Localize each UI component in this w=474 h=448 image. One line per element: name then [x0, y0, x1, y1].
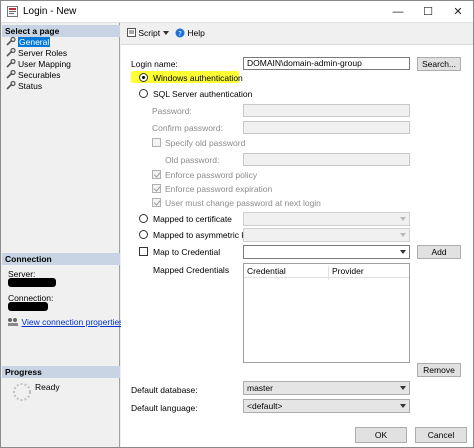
progress-status: Ready	[35, 382, 60, 392]
help-label: Help	[187, 28, 205, 38]
confirm-password-label: Confirm password:	[152, 123, 223, 133]
sidebar-item-securables[interactable]: Securables	[6, 69, 61, 81]
ok-button[interactable]: OK	[355, 427, 407, 443]
select-page-header: Select a page	[2, 25, 120, 37]
must-change-checkbox[interactable]	[152, 198, 161, 207]
sidebar-item-label: Securables	[18, 70, 61, 80]
chevron-down-icon	[400, 386, 406, 390]
svg-text:?: ?	[178, 30, 182, 38]
certificate-select[interactable]	[243, 212, 410, 226]
login-name-label: Login name:	[131, 59, 178, 69]
mapped-certificate-radio[interactable]	[139, 214, 148, 223]
default-database-value: master	[247, 383, 273, 393]
asymmetric-key-select[interactable]	[243, 228, 410, 242]
help-button[interactable]: ? Help	[175, 28, 205, 38]
password-input[interactable]	[243, 104, 410, 117]
enforce-policy-checkbox[interactable]	[152, 170, 161, 179]
chevron-down-icon	[400, 404, 406, 408]
chevron-down-icon	[400, 217, 406, 221]
redacted-server-name	[8, 278, 56, 287]
mapped-asymmetric-key-radio[interactable]	[139, 230, 148, 239]
map-to-credential-label: Map to Credential	[153, 247, 221, 257]
sql-auth-radio[interactable]	[139, 89, 148, 98]
app-icon	[7, 6, 18, 17]
remove-button[interactable]: Remove	[417, 363, 461, 377]
wrench-icon	[6, 47, 16, 57]
sidebar-item-server-roles[interactable]: Server Roles	[6, 47, 68, 59]
login-new-dialog: Login - New — ☐ ✕ Select a page General …	[0, 0, 474, 448]
map-to-credential-checkbox[interactable]	[139, 247, 148, 256]
sidebar-item-label: Status	[18, 81, 43, 91]
toolbar: Script ? Help	[121, 23, 473, 45]
default-language-select[interactable]: <default>	[243, 399, 410, 413]
default-language-value: <default>	[247, 401, 283, 411]
view-connection-properties-label: View connection properties	[21, 317, 124, 327]
old-password-label: Old password:	[165, 155, 220, 165]
script-button[interactable]: Script	[127, 28, 160, 38]
grid-header: Credential Provider	[244, 264, 409, 280]
sidebar-item-label: Server Roles	[18, 48, 68, 58]
title-bar: Login - New — ☐ ✕	[1, 1, 473, 23]
close-button[interactable]: ✕	[443, 1, 473, 23]
sidebar-item-general[interactable]: General	[6, 36, 51, 48]
script-icon	[127, 28, 136, 37]
wrench-icon	[6, 58, 16, 68]
wrench-icon	[6, 36, 16, 46]
default-database-select[interactable]: master	[243, 381, 410, 395]
grid-col-divider	[328, 266, 329, 280]
credential-select[interactable]	[243, 245, 410, 259]
mapped-certificate-label: Mapped to certificate	[153, 214, 232, 224]
view-connection-properties-link[interactable]: View connection properties	[7, 317, 123, 327]
enforce-expiration-checkbox[interactable]	[152, 184, 161, 193]
enforce-expiration-label: Enforce password expiration	[165, 184, 273, 194]
maximize-button[interactable]: ☐	[413, 1, 443, 23]
sidebar-item-label: General	[18, 37, 51, 47]
script-label: Script	[138, 28, 161, 38]
mapped-credentials-label: Mapped Credentials	[153, 265, 230, 275]
enforce-policy-label: Enforce password policy	[165, 170, 258, 180]
grid-col-credential[interactable]: Credential	[247, 266, 286, 276]
old-password-input[interactable]	[243, 153, 410, 166]
redacted-connection-name	[8, 302, 48, 311]
general-page: Script ? Help Login name: DOMAIN\domain-…	[121, 23, 473, 447]
connection-properties-icon	[8, 318, 18, 326]
script-dropdown-arrow-icon[interactable]	[163, 31, 169, 35]
search-button[interactable]: Search...	[417, 57, 461, 71]
windows-auth-label: Windows authentication	[153, 73, 243, 83]
help-icon: ?	[175, 28, 185, 38]
sql-auth-label: SQL Server authentication	[153, 89, 253, 99]
add-button[interactable]: Add	[417, 245, 461, 259]
confirm-password-input[interactable]	[243, 121, 410, 134]
must-change-label: User must change password at next login	[165, 198, 321, 208]
sidebar-item-status[interactable]: Status	[6, 80, 43, 92]
default-language-label: Default language:	[131, 403, 198, 413]
sidebar-item-user-mapping[interactable]: User Mapping	[6, 58, 71, 70]
login-name-input[interactable]: DOMAIN\domain-admin-group	[243, 57, 410, 70]
windows-auth-radio[interactable]	[139, 73, 148, 82]
cancel-button[interactable]: Cancel	[415, 427, 467, 443]
window-title: Login - New	[23, 6, 77, 17]
minimize-button[interactable]: —	[383, 1, 413, 23]
grid-col-provider[interactable]: Provider	[332, 266, 364, 276]
specify-old-password-checkbox[interactable]	[152, 138, 161, 147]
mapped-asymmetric-key-label: Mapped to asymmetric key	[153, 230, 255, 240]
progress-spinner-icon	[13, 383, 31, 401]
sidebar-item-label: User Mapping	[18, 59, 71, 69]
wrench-icon	[6, 69, 16, 79]
mapped-credentials-grid[interactable]: Credential Provider	[243, 263, 410, 363]
progress-header: Progress	[2, 366, 120, 378]
chevron-down-icon	[400, 250, 406, 254]
specify-old-password-label: Specify old password	[165, 138, 246, 148]
wrench-icon	[6, 80, 16, 90]
chevron-down-icon	[400, 233, 406, 237]
default-database-label: Default database:	[131, 385, 198, 395]
password-label: Password:	[152, 106, 192, 116]
left-pane: Select a page General Server Roles User …	[2, 23, 123, 447]
connection-header: Connection	[2, 253, 120, 265]
